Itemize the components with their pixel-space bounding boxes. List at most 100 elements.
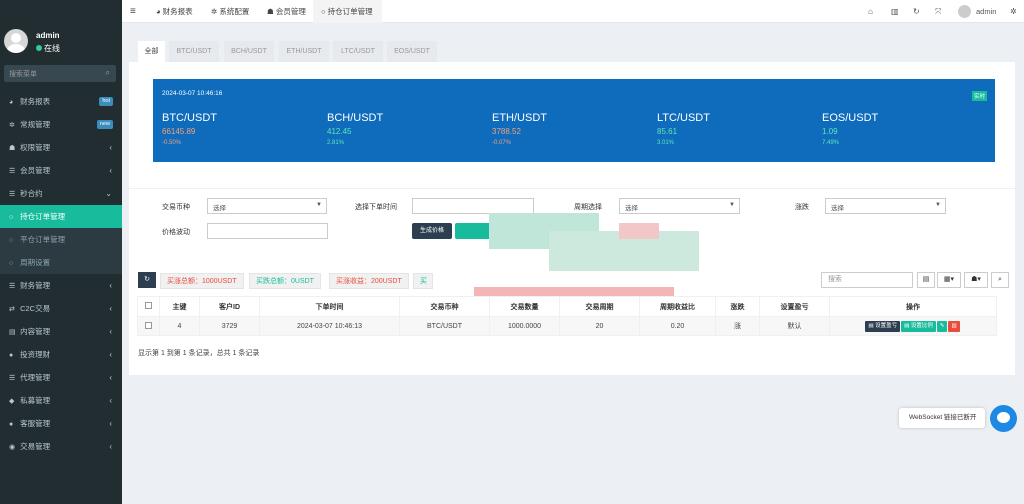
row-checkbox[interactable] [137, 316, 160, 336]
cell-actions: ▤ 设置盈亏 ▤ 设置比例 ✎ ▥ [829, 316, 997, 336]
chevron-left-icon: ‹ [109, 373, 112, 382]
sidebar-item-members[interactable]: ☰ 会员管理 ‹ [0, 159, 122, 182]
price-range-input[interactable] [207, 223, 328, 239]
col-id[interactable]: 主键 [159, 296, 200, 317]
select-all-checkbox[interactable] [137, 296, 160, 317]
chevron-left-icon: ‹ [109, 419, 112, 428]
cell-updown: 涨 [715, 316, 760, 336]
trash-icon[interactable]: ▥ [891, 0, 899, 23]
table-search-input[interactable]: 搜索 [821, 272, 913, 288]
sidebar-item-finance[interactable]: ☰ 财务管理 ‹ [0, 274, 122, 297]
menu-toggle-icon[interactable]: ≡ [130, 0, 136, 23]
sidebar-item-permissions[interactable]: ☗ 权限管理 ‹ [0, 136, 122, 159]
export-dropdown-icon[interactable]: ☗▾ [964, 272, 988, 288]
sidebar: admin 在线 搜索菜单 ⌕ ◕ 财务报表 hot ✲ 常规管理 new ☗ 权限管… [0, 0, 122, 504]
tab-eth[interactable]: ETH/USDT [279, 41, 329, 62]
chevron-left-icon: ‹ [109, 304, 112, 313]
sidebar-item-period-settings[interactable]: ○ 周期设置 [0, 251, 122, 274]
sidebar-item-label: C2C交易 [20, 304, 51, 313]
sidebar-item-invest[interactable]: ● 投资理财 ‹ [0, 343, 122, 366]
cell-setting: 默认 [759, 316, 830, 336]
tab-label: 持仓订单管理 [327, 7, 373, 16]
coin-change: 2.81% [327, 140, 345, 146]
chevron-left-icon: ‹ [109, 166, 112, 175]
tab-member-management[interactable]: ☗ 会员管理 [261, 0, 312, 23]
sidebar-item-trade[interactable]: ◉ 交易管理 ‹ [0, 435, 122, 458]
sidebar-item-general[interactable]: ✲ 常规管理 new [0, 113, 122, 136]
sidebar-item-second-contract[interactable]: ☰ 秒合约 ⌄ [0, 182, 122, 205]
caret-down-icon: ▼ [729, 202, 735, 208]
set-ratio-button[interactable]: ▤ 设置比例 [901, 320, 936, 332]
col-period[interactable]: 交易周期 [559, 296, 640, 317]
cell-id: 4 [159, 316, 200, 336]
updown-select[interactable]: 选择 ▼ [825, 198, 946, 214]
buy-up-profit: 买涨收益：200USDT [329, 273, 409, 289]
sidebar-item-open-orders[interactable]: ○ 持仓订单管理 [0, 205, 122, 228]
coin-change: 3.01% [657, 140, 675, 146]
refresh-icon[interactable]: ↻ [913, 0, 920, 23]
set-profit-button[interactable]: ▤ 设置盈亏 [865, 320, 901, 332]
chevron-left-icon: ‹ [109, 350, 112, 359]
coin-name: BTC/USDT [162, 112, 217, 124]
sidebar-item-closed-orders[interactable]: ○ 平仓订单管理 [0, 228, 122, 251]
tab-ltc[interactable]: LTC/USDT [333, 41, 383, 62]
tab-finance-report[interactable]: ◕ 财务报表 [150, 0, 199, 23]
cogs-icon: ✲ [9, 122, 15, 129]
grid-dropdown-icon[interactable]: ▦▾ [937, 272, 961, 288]
col-setting[interactable]: 设置盈亏 [759, 296, 830, 317]
sidebar-item-label: 秒合约 [20, 189, 43, 198]
chevron-left-icon: ‹ [109, 327, 112, 336]
hot-badge: hot [99, 97, 113, 106]
checkbox[interactable] [145, 302, 152, 309]
coin-change: -0.50% [162, 140, 182, 146]
sidebar-item-c2c[interactable]: ⇄ C2C交易 ‹ [0, 297, 122, 320]
sidebar-item-service[interactable]: ● 客服管理 ‹ [0, 412, 122, 435]
sidebar-item-label: 交易管理 [20, 442, 51, 451]
fullscreen-icon[interactable]: ⤧ [935, 0, 941, 23]
chat-bubble-icon[interactable] [990, 405, 1017, 432]
pixelated-area [619, 223, 659, 239]
col-coin[interactable]: 交易币种 [399, 296, 490, 317]
banner-date: 2024-03-07 10:46:16 [162, 90, 223, 97]
home-icon[interactable]: ⌂ [868, 0, 873, 23]
search-icon[interactable]: ⌕ [106, 68, 110, 78]
col-client[interactable]: 客户ID [199, 296, 260, 317]
checkbox[interactable] [145, 321, 152, 329]
generate-price-button[interactable]: 生成价格 [412, 223, 452, 239]
user-status: 在线 [36, 43, 60, 54]
coin-filter-label: 交易币种 [162, 204, 190, 211]
sidebar-item-content[interactable]: ▤ 内容管理 ‹ [0, 320, 122, 343]
order-time-input[interactable] [412, 198, 534, 214]
settings-icon[interactable]: ✲ [1010, 0, 1017, 23]
tab-open-orders[interactable]: ○ 持仓订单管理 [313, 0, 382, 23]
updown-filter-label: 涨跌 [795, 204, 809, 211]
col-actions: 操作 [829, 296, 997, 317]
sidebar-item-label: 财务管理 [20, 281, 51, 290]
submit-button[interactable] [455, 223, 493, 239]
columns-icon[interactable]: ▤ [917, 272, 935, 288]
tab-eos[interactable]: EOS/USDT [387, 41, 437, 62]
user-avatar[interactable] [958, 5, 971, 18]
tab-btc[interactable]: BTC/USDT [169, 41, 219, 62]
advanced-search-icon[interactable]: ⌕ [991, 272, 1009, 288]
sidebar-item-agent[interactable]: ☰ 代理管理 ‹ [0, 366, 122, 389]
tab-all[interactable]: 全部 [138, 41, 165, 62]
tab-bch[interactable]: BCH/USDT [224, 41, 274, 62]
sidebar-item-label: 会员管理 [20, 166, 51, 175]
col-updown[interactable]: 涨跌 [715, 296, 760, 317]
refresh-table-button[interactable]: ↻ [138, 272, 156, 288]
sidebar-item-private[interactable]: ◆ 私募管理 ‹ [0, 389, 122, 412]
user-icon: ☗ [267, 7, 274, 16]
menu-search-input[interactable]: 搜索菜单 ⌕ [4, 65, 116, 82]
col-amount[interactable]: 交易数量 [489, 296, 560, 317]
tab-system-config[interactable]: ✲ 系统配置 [205, 0, 255, 23]
period-select[interactable]: 选择 ▼ [619, 198, 740, 214]
col-ratio[interactable]: 周期收益比 [639, 296, 716, 317]
coin-select[interactable]: 选择 ▼ [207, 198, 327, 214]
delete-icon[interactable]: ▥ [948, 320, 960, 332]
sidebar-item-finance-report[interactable]: ◕ 财务报表 hot [0, 90, 122, 113]
edit-icon[interactable]: ✎ [936, 320, 948, 332]
group-icon: ☗ [9, 145, 16, 152]
col-time[interactable]: 下单时间 [259, 296, 400, 317]
top-user-name[interactable]: admin [976, 0, 996, 23]
